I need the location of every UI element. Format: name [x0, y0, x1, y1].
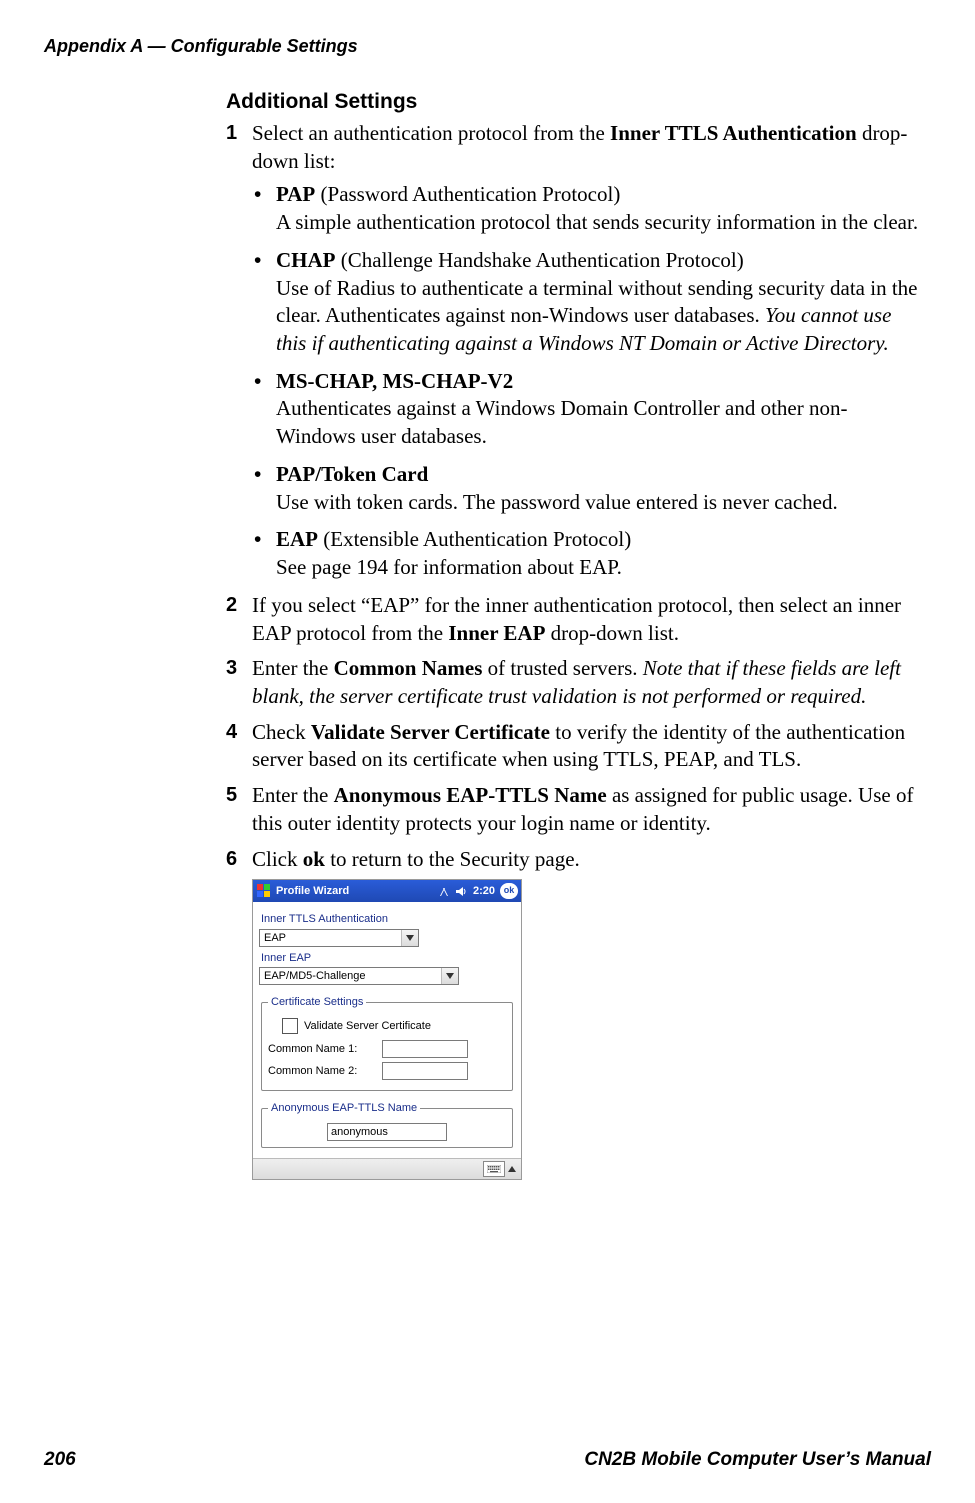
bullet-mschap: MS-CHAP, MS-CHAP-V2 Authenticates agains…: [252, 368, 926, 451]
certificate-settings-legend: Certificate Settings: [268, 995, 366, 1010]
step-1-bold: Inner TTLS Authentication: [610, 121, 857, 145]
paptoken-title: PAP/Token Card: [276, 462, 428, 486]
eap-body: See page 194 for information about EAP.: [276, 555, 622, 579]
start-icon[interactable]: [256, 883, 272, 899]
eap-title: EAP: [276, 527, 318, 551]
inner-eap-dropdown[interactable]: EAP/MD5-Challenge: [259, 967, 459, 985]
inner-ttls-auth-label: Inner TTLS Authentication: [261, 912, 515, 927]
step-5-a: Enter the: [252, 783, 334, 807]
step-3-c: of trusted servers.: [482, 656, 642, 680]
eap-paren: (Extensible Authentication Protocol): [318, 527, 631, 551]
pap-title: PAP: [276, 182, 315, 206]
inner-eap-value: EAP/MD5-Challenge: [260, 969, 370, 984]
common-name-1-input[interactable]: [382, 1040, 468, 1058]
bullet-eap: EAP (Extensible Authentication Protocol)…: [252, 526, 926, 581]
window-title: Profile Wizard: [276, 884, 349, 899]
step-6-a: Click: [252, 847, 303, 871]
profile-wizard-screenshot: Profile Wizard 2:20 ok Inner TTLS Authen…: [252, 879, 522, 1180]
running-header: Appendix A — Configurable Settings: [44, 36, 358, 57]
step-4-b: Validate Server Certificate: [311, 720, 550, 744]
step-4-a: Check: [252, 720, 311, 744]
step-3-a: Enter the: [252, 656, 334, 680]
pap-body: A simple authentication protocol that se…: [276, 210, 918, 234]
inner-eap-label: Inner EAP: [261, 951, 515, 966]
volume-icon[interactable]: [455, 885, 468, 898]
chevron-down-icon: [401, 930, 418, 946]
step-6: Click ok to return to the Security page.…: [226, 846, 926, 1181]
step-6-c: to return to the Security page.: [325, 847, 580, 871]
connectivity-icon[interactable]: [438, 885, 451, 898]
common-name-2-label: Common Name 2:: [268, 1064, 382, 1079]
inner-ttls-auth-value: EAP: [260, 931, 290, 946]
validate-server-cert-label: Validate Server Certificate: [304, 1019, 431, 1034]
step-3-b: Common Names: [334, 656, 483, 680]
main-content: Additional Settings Select an authentica…: [226, 90, 926, 1188]
section-title: Additional Settings: [226, 90, 926, 114]
step-2-b: Inner EAP: [448, 621, 545, 645]
bullet-pap: PAP (Password Authentication Protocol) A…: [252, 181, 926, 236]
validate-server-cert-checkbox[interactable]: [282, 1018, 298, 1034]
certificate-settings-group: Certificate Settings Validate Server Cer…: [261, 995, 513, 1091]
step-5: Enter the Anonymous EAP-TTLS Name as ass…: [226, 782, 926, 837]
chevron-down-icon: [441, 968, 458, 984]
chap-paren: (Challenge Handshake Authentication Prot…: [336, 248, 744, 272]
mschap-body: Authenticates against a Windows Domain C…: [276, 396, 847, 448]
sip-bar: [253, 1158, 521, 1179]
bullet-chap: CHAP (Challenge Handshake Authentication…: [252, 247, 926, 358]
step-2-c: drop-down list.: [545, 621, 679, 645]
bullet-paptoken: PAP/Token Card Use with token cards. The…: [252, 461, 926, 516]
step-6-b: ok: [303, 847, 325, 871]
step-5-b: Anonymous EAP-TTLS Name: [334, 783, 607, 807]
common-name-1-label: Common Name 1:: [268, 1042, 382, 1057]
common-name-2-input[interactable]: [382, 1062, 468, 1080]
mschap-title: MS-CHAP, MS-CHAP-V2: [276, 369, 513, 393]
anonymous-eap-ttls-legend: Anonymous EAP-TTLS Name: [268, 1101, 420, 1116]
pap-paren: (Password Authentication Protocol): [315, 182, 620, 206]
clock-text[interactable]: 2:20: [473, 884, 495, 899]
window-titlebar: Profile Wizard 2:20 ok: [253, 880, 521, 902]
page-number: 206: [44, 1449, 76, 1471]
chevron-up-icon[interactable]: [507, 1162, 517, 1176]
anonymous-eap-ttls-group: Anonymous EAP-TTLS Name anonymous: [261, 1101, 513, 1149]
inner-ttls-auth-dropdown[interactable]: EAP: [259, 929, 419, 947]
chap-title: CHAP: [276, 248, 336, 272]
ok-button[interactable]: ok: [500, 883, 518, 899]
step-3: Enter the Common Names of trusted server…: [226, 655, 926, 710]
step-1: Select an authentication protocol from t…: [226, 120, 926, 582]
step-2: If you select “EAP” for the inner authen…: [226, 592, 926, 647]
paptoken-body: Use with token cards. The password value…: [276, 490, 838, 514]
anonymous-name-input[interactable]: anonymous: [327, 1123, 447, 1141]
book-title: CN2B Mobile Computer User’s Manual: [584, 1449, 931, 1471]
step-1-text-a: Select an authentication protocol from t…: [252, 121, 610, 145]
keyboard-icon[interactable]: [483, 1161, 505, 1177]
page-footer: 206 CN2B Mobile Computer User’s Manual: [44, 1449, 931, 1471]
step-4: Check Validate Server Certificate to ver…: [226, 719, 926, 774]
